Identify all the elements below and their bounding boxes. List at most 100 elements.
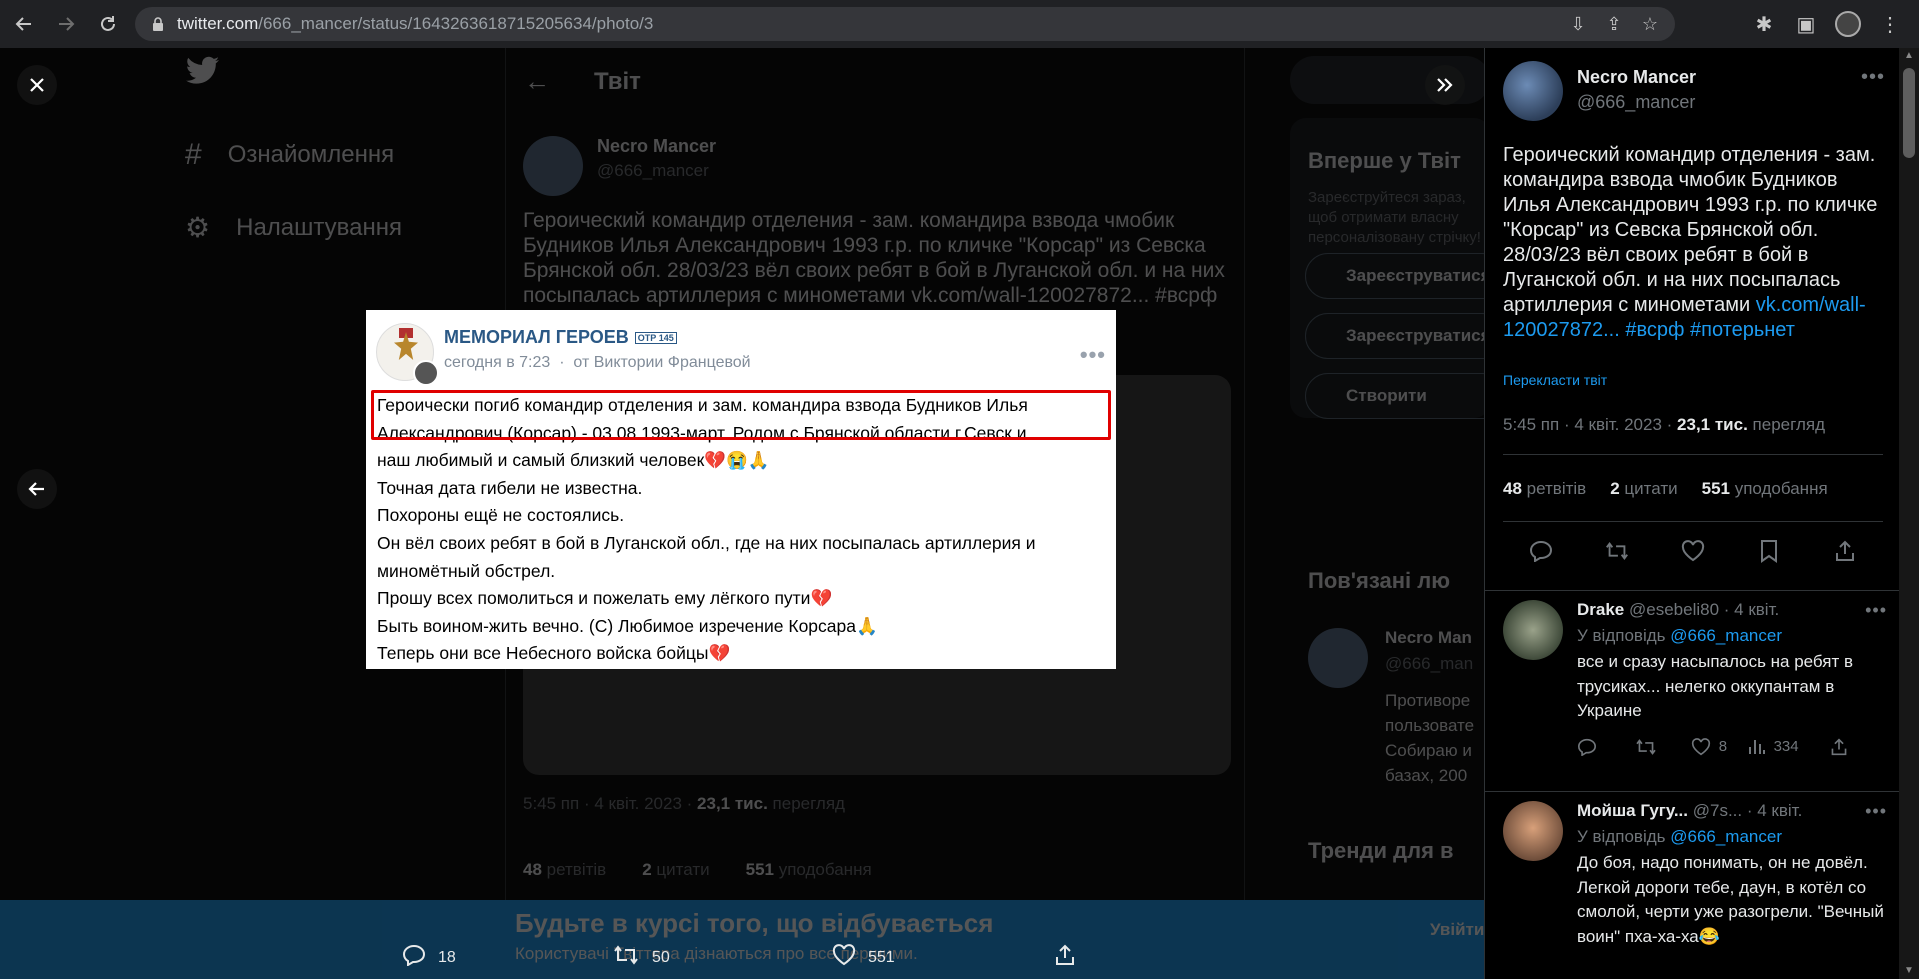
reply-count: 18: [438, 948, 456, 966]
back-icon[interactable]: [6, 6, 42, 42]
share-icon[interactable]: ⇪: [1603, 14, 1625, 35]
photo-action-bar: 18 50 551: [0, 938, 1484, 978]
photo-viewer: # Ознайомлення ⚙ Налаштування ← Твіт Nec…: [0, 48, 1484, 979]
bg-meta: 5:45 пп · 4 квіт. 2023 · 23,1 тис. перег…: [523, 794, 845, 813]
bg-stats: 48 ретвітів 2 цитати 551 уподобання: [523, 860, 872, 879]
hashtag-link[interactable]: #всрф: [1625, 319, 1684, 341]
author-name[interactable]: Necro Mancer: [1577, 67, 1696, 88]
tweet-meta: 5:45 пп · 4 квіт. 2023 · 23,1 тис. перег…: [1503, 415, 1825, 435]
reply-item[interactable]: Мойша Гугу... @7s... · 4 квіт. ••• У від…: [1503, 801, 1893, 979]
bookmark-icon[interactable]: [1756, 538, 1782, 564]
avatar[interactable]: [523, 136, 583, 196]
views-count: 334: [1773, 738, 1799, 755]
highlight-box: [371, 390, 1111, 440]
reply-item[interactable]: Drake @esebeli80 · 4 квіт. ••• У відпові…: [1503, 600, 1893, 800]
reply-icon[interactable]: [1528, 538, 1554, 564]
bg-author-handle[interactable]: @666_mancer: [597, 161, 716, 181]
expand-panel-icon[interactable]: [1425, 65, 1465, 105]
login-button[interactable]: Увійти: [1430, 920, 1484, 940]
tweet-author: Necro Mancer @666_mancer: [1503, 61, 1696, 121]
avatar[interactable]: [1308, 628, 1368, 688]
close-icon[interactable]: [17, 65, 57, 105]
reply-icon[interactable]: [1577, 738, 1634, 756]
vk-post-header: МЕМОРИАЛ ГЕРОЕВ ОТР 145 сегодня в 7:23 · …: [376, 323, 751, 386]
forward-icon[interactable]: [48, 6, 84, 42]
profile-avatar[interactable]: [1831, 7, 1865, 41]
tweet-actions: [1503, 538, 1883, 564]
more-options-icon[interactable]: •••: [1865, 600, 1887, 621]
related-bio: Противоре пользовате Собираю и базах, 200: [1385, 691, 1475, 785]
divider: [1485, 590, 1899, 591]
related-heading: Пов'язані лю: [1308, 568, 1451, 593]
more-dots-icon: •••: [1079, 342, 1106, 367]
bg-author: Necro Mancer @666_mancer: [523, 136, 716, 196]
retweet-icon[interactable]: [1604, 538, 1630, 564]
share-icon[interactable]: [1832, 538, 1858, 564]
address-bar[interactable]: twitter.com/666_mancer/status/1643263618…: [135, 7, 1675, 41]
like-count: 551: [868, 948, 895, 966]
translate-link[interactable]: Перекласти твіт: [1503, 372, 1607, 388]
menu-kebab-icon[interactable]: ⋮: [1873, 7, 1907, 41]
nav-settings[interactable]: ⚙ Налаштування: [185, 211, 402, 244]
reply-button[interactable]: 18: [402, 944, 456, 971]
back-arrow-icon[interactable]: ←: [524, 66, 550, 97]
side-panel-icon[interactable]: ▣: [1789, 7, 1823, 41]
bookmark-star-icon[interactable]: ☆: [1639, 14, 1661, 35]
banner-title: Будьте в курсі того, що відбувається: [515, 908, 994, 938]
like-button[interactable]: 8: [1691, 737, 1748, 756]
trends-heading: Тренди для в: [1308, 838, 1454, 863]
vk-line: Точная дата гибели не известна.: [377, 477, 643, 498]
retweets-stat[interactable]: 48 ретвітів: [1503, 479, 1586, 499]
extensions-icon[interactable]: ✱: [1747, 7, 1781, 41]
related-name[interactable]: Necro Man: [1385, 628, 1472, 648]
previous-photo-icon[interactable]: [17, 469, 57, 509]
vk-line: Он вёл своих ребят в бой в Луганской обл…: [377, 532, 1036, 553]
scrollbar[interactable]: ▲ ▼: [1899, 48, 1919, 979]
vk-post-meta: сегодня в 7:23 · от Виктории Францевой: [444, 354, 751, 371]
bg-author-name[interactable]: Necro Mancer: [597, 136, 716, 157]
retweet-icon[interactable]: [1634, 738, 1691, 756]
vk-line: наш любимый и самый близкий человек💔😭🙏: [377, 450, 770, 471]
tweet-stats: 48 ретвітів 2 цитати 551 уподобання: [1503, 479, 1828, 499]
related-handle: @666_man: [1385, 654, 1474, 673]
heart-icon[interactable]: [1680, 538, 1706, 564]
vk-line: миномётный обстрел.: [377, 560, 556, 581]
install-app-icon[interactable]: ⇩: [1567, 14, 1589, 35]
retweet-button[interactable]: 50: [612, 944, 670, 971]
more-options-icon[interactable]: •••: [1865, 801, 1887, 822]
share-icon[interactable]: [1830, 737, 1887, 756]
reload-icon[interactable]: [90, 6, 126, 42]
avatar[interactable]: [1503, 61, 1563, 121]
apple-signup-button[interactable]: Зареєструватися: [1305, 313, 1484, 359]
nav-explore[interactable]: # Ознайомлення: [185, 138, 394, 172]
like-button[interactable]: 551: [832, 944, 895, 971]
author-handle[interactable]: @666_mancer: [1577, 92, 1696, 113]
reply-header: Drake @esebeli80 · 4 квіт.: [1577, 600, 1780, 619]
scrollbar-thumb[interactable]: [1903, 68, 1915, 158]
avatar[interactable]: [1503, 600, 1563, 660]
scroll-up-icon[interactable]: ▲: [1903, 50, 1915, 62]
twitter-logo-icon: [185, 56, 221, 91]
likes-stat[interactable]: 551 уподобання: [1702, 479, 1828, 499]
share-button[interactable]: [1054, 944, 1076, 971]
divider: [1485, 791, 1899, 792]
signup-text: Зареєструйтеся зараз, щоб отримати власн…: [1308, 189, 1481, 246]
reply-icon: [402, 944, 426, 971]
google-signup-button[interactable]: Зареєструватися: [1305, 253, 1484, 299]
reply-to: У відповідь @666_mancer: [1577, 827, 1782, 846]
vk-group-name: МЕМОРИАЛ ГЕРОЕВ ОТР 145: [444, 327, 751, 348]
quotes-stat[interactable]: 2 цитати: [1610, 479, 1677, 499]
tweet-time[interactable]: 5:45 пп · 4 квіт. 2023 ·: [1503, 415, 1672, 434]
hashtag-link[interactable]: #потерьнет: [1690, 319, 1795, 341]
create-account-button[interactable]: Створити: [1305, 373, 1484, 419]
scroll-down-icon[interactable]: ▼: [1903, 965, 1915, 977]
views-chart-icon: [1748, 739, 1765, 754]
bg-line: Брянской обл. 28/03/23 вёл своих ребят в…: [523, 259, 1225, 282]
views-button[interactable]: 334: [1748, 738, 1831, 756]
share-icon: [1054, 944, 1076, 971]
lock-icon[interactable]: [151, 16, 165, 32]
gear-icon: ⚙: [185, 212, 211, 243]
more-options-icon[interactable]: •••: [1861, 66, 1885, 89]
reply-header: Мойша Гугу... @7s... · 4 квіт.: [1577, 801, 1803, 820]
avatar[interactable]: [1503, 801, 1563, 861]
